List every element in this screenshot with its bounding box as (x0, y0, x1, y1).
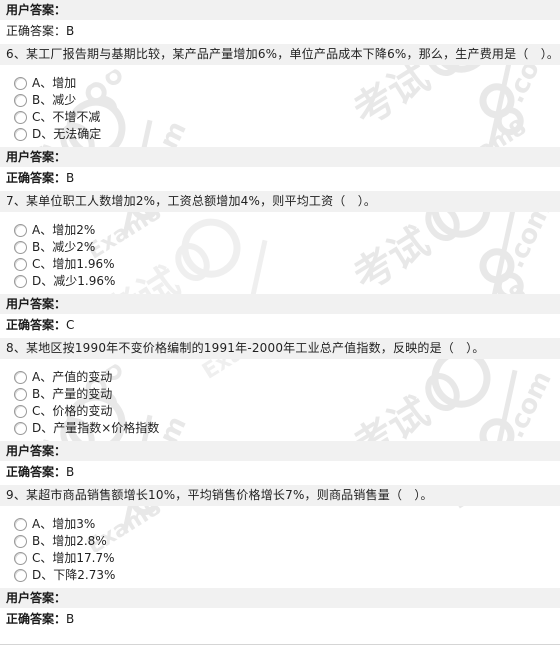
option-label: D、减少1.96% (32, 273, 115, 290)
option-row[interactable]: A、增加 (14, 75, 560, 92)
option-row[interactable]: A、增加2% (14, 222, 560, 239)
option-label: B、产量的变动 (32, 386, 112, 403)
option-label: D、无法确定 (32, 126, 101, 143)
option-label: C、增加17.7% (32, 550, 115, 567)
correct-answer-label: 正确答案： (6, 171, 66, 185)
option-label: A、产值的变动 (32, 369, 112, 386)
option-label: C、价格的变动 (32, 403, 112, 420)
exam-review-content: 用户答案： 正确答案：B 6、某工厂报告期与基期比较，某产品产量增加6%，单位产… (0, 0, 560, 645)
option-row[interactable]: B、减少 (14, 92, 560, 109)
user-answer-row: 用户答案： (0, 441, 560, 461)
option-label: B、减少 (32, 92, 76, 109)
radio-icon[interactable] (14, 94, 27, 107)
user-answer-row: 用户答案： (0, 0, 560, 20)
correct-answer-value: B (66, 612, 74, 626)
radio-icon[interactable] (14, 371, 27, 384)
user-answer-label: 用户答案： (6, 150, 66, 164)
option-label: A、增加2% (32, 222, 95, 239)
radio-icon[interactable] (14, 422, 27, 435)
question-text: 9、某超市商品销售额增长10%，平均销售价格增长7%，则商品销售量（ ）。 (0, 485, 560, 506)
correct-answer-row: 正确答案：C (0, 314, 560, 338)
question-block-7: 7、某单位职工人数增加2%，工资总额增加4%，则平均工资（ ）。 A、增加2% … (0, 191, 560, 338)
radio-icon[interactable] (14, 275, 27, 288)
correct-answer-value: B (66, 171, 74, 185)
correct-answer-label: 正确答案： (6, 612, 66, 626)
radio-icon[interactable] (14, 535, 27, 548)
question-block-partial: 用户答案： 正确答案：B (0, 0, 560, 44)
question-text: 6、某工厂报告期与基期比较，某产品产量增加6%，单位产品成本下降6%，那么，生产… (0, 44, 560, 65)
option-label: C、不增不减 (32, 109, 100, 126)
option-label: B、增加2.8% (32, 533, 107, 550)
option-row[interactable]: B、增加2.8% (14, 533, 560, 550)
option-list: A、产值的变动 B、产量的变动 C、价格的变动 D、产量指数×价格指数 (0, 359, 560, 441)
correct-answer-value: B (66, 465, 74, 479)
radio-icon[interactable] (14, 77, 27, 90)
option-row[interactable]: A、产值的变动 (14, 369, 560, 386)
radio-icon[interactable] (14, 405, 27, 418)
option-row[interactable]: D、产量指数×价格指数 (14, 420, 560, 437)
user-answer-row: 用户答案： (0, 294, 560, 314)
correct-answer-label: 正确答案： (6, 318, 66, 332)
radio-icon[interactable] (14, 224, 27, 237)
option-row[interactable]: C、不增不减 (14, 109, 560, 126)
radio-icon[interactable] (14, 241, 27, 254)
question-block-6: 6、某工厂报告期与基期比较，某产品产量增加6%，单位产品成本下降6%，那么，生产… (0, 44, 560, 191)
option-row[interactable]: C、增加1.96% (14, 256, 560, 273)
radio-icon[interactable] (14, 258, 27, 271)
option-row[interactable]: B、产量的变动 (14, 386, 560, 403)
correct-answer-row: 正确答案：B (0, 20, 560, 44)
option-row[interactable]: A、增加3% (14, 516, 560, 533)
option-list: A、增加2% B、减少2% C、增加1.96% D、减少1.96% (0, 212, 560, 294)
radio-icon[interactable] (14, 388, 27, 401)
option-list: A、增加 B、减少 C、不增不减 D、无法确定 (0, 65, 560, 147)
option-row[interactable]: D、无法确定 (14, 126, 560, 143)
radio-icon[interactable] (14, 518, 27, 531)
correct-answer-label: 正确答案： (6, 465, 66, 479)
option-label: D、产量指数×价格指数 (32, 420, 159, 437)
option-label: A、增加3% (32, 516, 95, 533)
option-label: D、下降2.73% (32, 567, 115, 584)
question-block-9: 9、某超市商品销售额增长10%，平均销售价格增长7%，则商品销售量（ ）。 A、… (0, 485, 560, 632)
radio-icon[interactable] (14, 569, 27, 582)
option-label: A、增加 (32, 75, 76, 92)
question-text: 7、某单位职工人数增加2%，工资总额增加4%，则平均工资（ ）。 (0, 191, 560, 212)
user-answer-label: 用户答案： (6, 297, 66, 311)
question-block-8: 8、某地区按1990年不变价格编制的1991年-2000年工业总产值指数，反映的… (0, 338, 560, 485)
question-text: 8、某地区按1990年不变价格编制的1991年-2000年工业总产值指数，反映的… (0, 338, 560, 359)
radio-icon[interactable] (14, 128, 27, 141)
option-row[interactable]: C、增加17.7% (14, 550, 560, 567)
correct-answer-text: 正确答案：B (6, 24, 74, 38)
option-row[interactable]: D、减少1.96% (14, 273, 560, 290)
user-answer-label: 用户答案： (6, 444, 66, 458)
correct-answer-row: 正确答案：B (0, 608, 560, 632)
user-answer-row: 用户答案： (0, 588, 560, 608)
correct-answer-value: C (66, 318, 74, 332)
option-row[interactable]: B、减少2% (14, 239, 560, 256)
option-label: C、增加1.96% (32, 256, 115, 273)
option-row[interactable]: C、价格的变动 (14, 403, 560, 420)
option-label: B、减少2% (32, 239, 95, 256)
correct-answer-row: 正确答案：B (0, 167, 560, 191)
option-row[interactable]: D、下降2.73% (14, 567, 560, 584)
option-list: A、增加3% B、增加2.8% C、增加17.7% D、下降2.73% (0, 506, 560, 588)
radio-icon[interactable] (14, 111, 27, 124)
user-answer-row: 用户答案： (0, 147, 560, 167)
user-answer-label: 用户答案： (6, 3, 66, 17)
user-answer-label: 用户答案： (6, 591, 66, 605)
radio-icon[interactable] (14, 552, 27, 565)
correct-answer-row: 正确答案：B (0, 461, 560, 485)
